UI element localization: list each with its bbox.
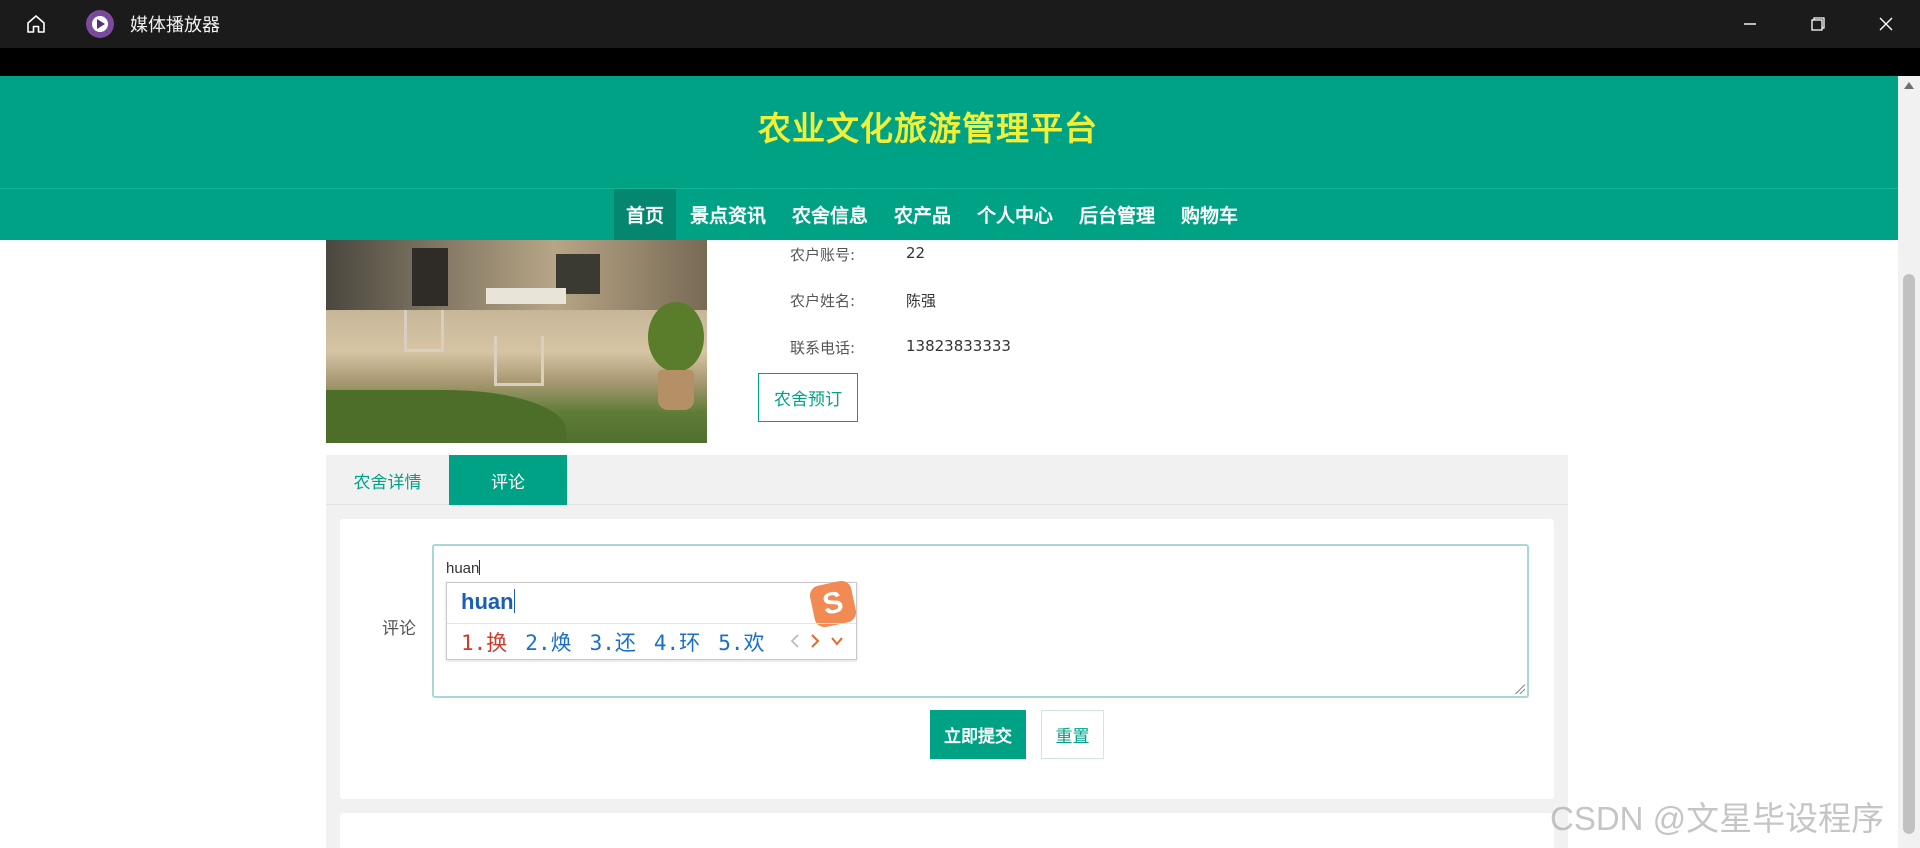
comment-list-card	[340, 813, 1554, 848]
ime-candidate-5[interactable]: 5.欢	[718, 627, 764, 657]
comment-text: huan	[446, 560, 480, 577]
scroll-up-icon[interactable]	[1904, 82, 1914, 89]
home-icon[interactable]	[12, 0, 60, 48]
ime-next-icon[interactable]	[810, 633, 820, 652]
ime-candidate-3[interactable]: 3.还	[590, 627, 636, 657]
submit-button[interactable]: 立即提交	[930, 710, 1026, 759]
ime-candidate-2[interactable]: 2.焕	[525, 627, 571, 657]
book-farmhouse-button[interactable]: 农舍预订	[758, 373, 858, 422]
farmer-account-value: 22	[906, 244, 926, 262]
nav-user-center[interactable]: 个人中心	[965, 189, 1065, 240]
nav-home[interactable]: 首页	[613, 189, 676, 240]
phone-row: 联系电话: 13823833333	[790, 337, 1011, 358]
close-button[interactable]	[1852, 0, 1920, 48]
farmer-name-label: 农户姓名:	[790, 292, 856, 310]
restore-button[interactable]	[1784, 0, 1852, 48]
nav-farm-products[interactable]: 农产品	[882, 189, 963, 240]
scroll-thumb[interactable]	[1903, 274, 1915, 834]
ime-composition: huan	[461, 589, 514, 614]
video-letterbox	[0, 48, 1920, 76]
app-title: 媒体播放器	[130, 15, 220, 36]
nav-cart[interactable]: 购物车	[1169, 189, 1250, 240]
comment-label: 评论	[382, 619, 416, 639]
page-viewport: 农业文化旅游管理平台 首页 景点资讯 农舍信息 农产品 个人中心 后台管理 购物…	[0, 76, 1920, 848]
ime-candidate-4[interactable]: 4.环	[654, 627, 700, 657]
site-title: 农业文化旅游管理平台	[758, 109, 1098, 148]
nav-attractions[interactable]: 景点资讯	[678, 189, 778, 240]
reset-button[interactable]: 重置	[1041, 710, 1104, 759]
window-titlebar: 媒体播放器	[0, 0, 1920, 48]
main-nav: 首页 景点资讯 农舍信息 农产品 个人中心 后台管理 购物车	[0, 188, 1898, 240]
ime-prev-icon[interactable]	[790, 633, 800, 652]
phone-value: 13823833333	[906, 337, 1011, 355]
farmer-account-row: 农户账号: 22	[790, 244, 925, 265]
tab-bar: 农舍详情 评论	[326, 455, 1568, 505]
phone-label: 联系电话:	[790, 339, 856, 357]
sogou-logo-icon: S	[808, 579, 858, 629]
watermark: CSDN @文星毕设程序	[1550, 800, 1885, 837]
ime-expand-icon[interactable]	[830, 633, 844, 652]
farmer-account-label: 农户账号:	[790, 246, 856, 264]
tab-farmhouse-details[interactable]: 农舍详情	[326, 455, 449, 505]
farmhouse-photo	[326, 240, 707, 443]
nav-admin[interactable]: 后台管理	[1067, 189, 1167, 240]
farmer-name-value: 陈强	[906, 292, 937, 310]
farmer-name-row: 农户姓名: 陈强	[790, 290, 936, 311]
minimize-button[interactable]	[1716, 0, 1784, 48]
ime-candidate-window: huan S 1.换 2.焕 3.还 4.环 5.欢	[446, 579, 858, 660]
media-player-icon	[86, 10, 114, 38]
nav-farmhouse-info[interactable]: 农舍信息	[780, 189, 880, 240]
resize-handle-icon[interactable]	[1515, 684, 1525, 694]
site-header: 农业文化旅游管理平台	[0, 76, 1898, 188]
page-scrollbar[interactable]	[1898, 76, 1920, 848]
tab-comments[interactable]: 评论	[449, 455, 567, 505]
ime-candidate-1[interactable]: 1.换	[461, 627, 507, 657]
